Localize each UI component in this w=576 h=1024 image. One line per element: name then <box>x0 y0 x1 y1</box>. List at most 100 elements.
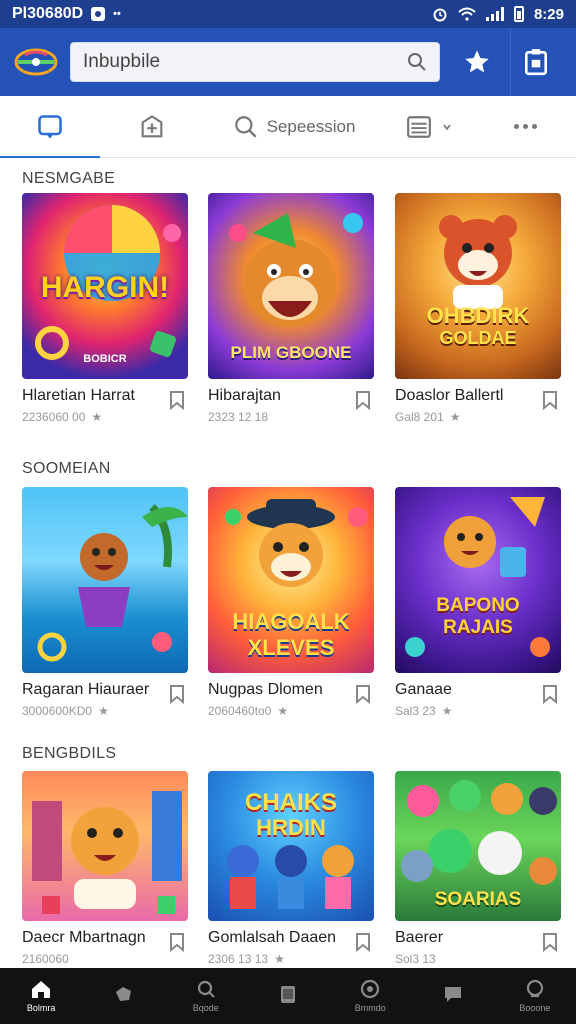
game-title[interactable]: Nugpas Dlomen <box>208 681 348 699</box>
tab-store[interactable] <box>100 96 204 158</box>
game-card[interactable]: PLIM GBOONE Hibarajtan 2323 12 18 <box>208 193 376 424</box>
bookmark-button[interactable] <box>352 931 374 953</box>
nav-account[interactable]: Booone <box>494 968 576 1024</box>
favorites-button[interactable] <box>452 28 502 96</box>
game-title[interactable]: Ragaran Hiauraer <box>22 681 162 699</box>
nav-media[interactable]: Bmmdo <box>329 968 411 1024</box>
clipboard-button[interactable] <box>510 28 560 96</box>
search-box[interactable] <box>70 42 440 82</box>
bookmark-icon <box>356 933 370 952</box>
tab-more[interactable] <box>474 96 576 158</box>
search-icon <box>197 980 215 998</box>
bookmark-icon <box>170 391 184 410</box>
nav-account-label: Booone <box>519 1003 551 1013</box>
game-thumbnail[interactable]: HARGIN! BOBICR <box>22 193 188 379</box>
search-input[interactable] <box>83 51 407 73</box>
game-thumbnail[interactable] <box>22 487 188 673</box>
bookmark-icon <box>356 685 370 704</box>
wifi-icon <box>458 7 476 21</box>
game-meta-text: Sol3 13 <box>395 952 436 966</box>
game-thumbnail[interactable] <box>22 771 188 921</box>
dropdown-icon <box>443 124 451 130</box>
game-card[interactable]: CHAIKS HRDIN Gomlalsah Daaen 2306 13 13 ★ <box>208 771 376 966</box>
game-art-subtitle: RAJAIS <box>443 617 513 638</box>
app-bar <box>0 28 576 96</box>
bookmark-button[interactable] <box>539 683 561 705</box>
nav-messages[interactable] <box>411 968 493 1024</box>
game-card[interactable]: OHBDIRK GOLDAE Doaslor Ballertl Gal8 201… <box>395 193 563 424</box>
game-card[interactable]: HARGIN! BOBICR Hlaretian Harrat 2236060 … <box>22 193 190 424</box>
game-meta-text: Sal3 23 <box>395 704 436 718</box>
game-thumbnail[interactable]: HIAGOALK XLEVES <box>208 487 374 673</box>
more-notifications-icon: •• <box>113 8 121 20</box>
bookmark-icon <box>170 685 184 704</box>
game-card[interactable]: BAPONO RAJAIS Ganaae Sal3 23 ★ <box>395 487 563 718</box>
nav-library[interactable] <box>247 968 329 1024</box>
tab-search-label: Sepeession <box>266 116 356 136</box>
bookmark-button[interactable] <box>352 389 374 411</box>
app-logo-icon[interactable] <box>12 42 60 82</box>
status-bar: Pl30680D •• 8:29 <box>0 0 576 28</box>
bookmark-button[interactable] <box>352 683 374 705</box>
nav-home-label: Bolmra <box>26 1003 56 1013</box>
game-thumbnail[interactable]: OHBDIRK GOLDAE <box>395 193 561 379</box>
bookmark-button[interactable] <box>166 931 188 953</box>
game-card[interactable]: Ragaran Hiauraer 3000600KD0 ★ <box>22 487 190 718</box>
game-meta: Sol3 13 <box>395 952 436 966</box>
bookmark-button[interactable] <box>166 389 188 411</box>
disc-icon <box>361 979 380 999</box>
section-title: NESMGABE <box>22 170 116 187</box>
nav-shapes[interactable] <box>82 968 164 1024</box>
tab-chat[interactable] <box>0 96 100 159</box>
game-meta-text: Gal8 201 <box>395 410 444 424</box>
bookmark-button[interactable] <box>166 683 188 705</box>
game-meta-text: 2306 13 13 <box>208 952 269 966</box>
game-thumbnail[interactable]: CHAIKS HRDIN <box>208 771 374 921</box>
game-title[interactable]: Daecr Mbartnagn <box>22 929 162 947</box>
game-title[interactable]: Doaslor Ballertl <box>395 387 535 405</box>
bookmark-icon <box>356 391 370 410</box>
game-thumbnail[interactable]: PLIM GBOONE <box>208 193 374 379</box>
game-thumbnail[interactable]: SOARIAS <box>395 771 561 921</box>
nav-search[interactable]: Bqode <box>165 968 247 1024</box>
bookmark-button[interactable] <box>539 931 561 953</box>
game-catalog: NESMGABE HARGIN! BOBICR Hlaretian Harrat… <box>0 158 576 968</box>
game-title[interactable]: Hibarajtan <box>208 387 348 405</box>
game-title[interactable]: Ganaae <box>395 681 535 699</box>
signal-icon <box>485 7 504 21</box>
rating-star-icon: ★ <box>274 952 285 966</box>
shape-icon <box>116 987 132 1001</box>
game-card[interactable]: SOARIAS Baerer Sol3 13 <box>395 771 563 966</box>
game-art-title: BAPONO <box>436 595 520 616</box>
bookmark-button[interactable] <box>539 389 561 411</box>
search-icon[interactable] <box>407 52 427 72</box>
game-meta-text: 2060460to0 <box>208 704 272 718</box>
game-title[interactable]: Gomlalsah Daaen <box>208 929 348 947</box>
game-card[interactable]: HIAGOALK XLEVES Nugpas Dlomen 2060460to0… <box>208 487 376 718</box>
game-card[interactable]: Daecr Mbartnagn 2160060 <box>22 771 190 966</box>
section-title: SOOMEIAN <box>22 460 111 477</box>
bookmark-icon <box>543 391 557 410</box>
rating-star-icon: ★ <box>91 410 103 424</box>
battery-icon <box>513 6 524 22</box>
chat-icon <box>444 987 461 1002</box>
carrier-label: Pl30680D <box>12 5 84 22</box>
game-meta: 2160060 <box>22 952 69 966</box>
rating-star-icon: ★ <box>449 410 461 424</box>
game-thumbnail[interactable]: BAPONO RAJAIS <box>395 487 561 673</box>
tablet-icon <box>280 986 295 1003</box>
game-art-subtitle: GOLDAE <box>439 328 517 348</box>
clipboard-icon <box>524 49 547 76</box>
game-title[interactable]: Baerer <box>395 929 535 947</box>
nav-home[interactable]: Bolmra <box>0 968 82 1024</box>
chat-bubble-icon <box>38 114 62 139</box>
game-art <box>439 215 517 309</box>
bookmark-icon <box>543 685 557 704</box>
game-title[interactable]: Hlaretian Harrat <box>22 387 162 405</box>
nav-search-label: Bqode <box>192 1003 219 1013</box>
tab-list[interactable] <box>384 96 474 158</box>
game-meta: Gal8 201 ★ <box>395 410 460 424</box>
game-meta: 2323 12 18 <box>208 410 268 424</box>
tab-search[interactable]: Sepeession <box>204 96 384 158</box>
account-icon <box>526 979 543 998</box>
